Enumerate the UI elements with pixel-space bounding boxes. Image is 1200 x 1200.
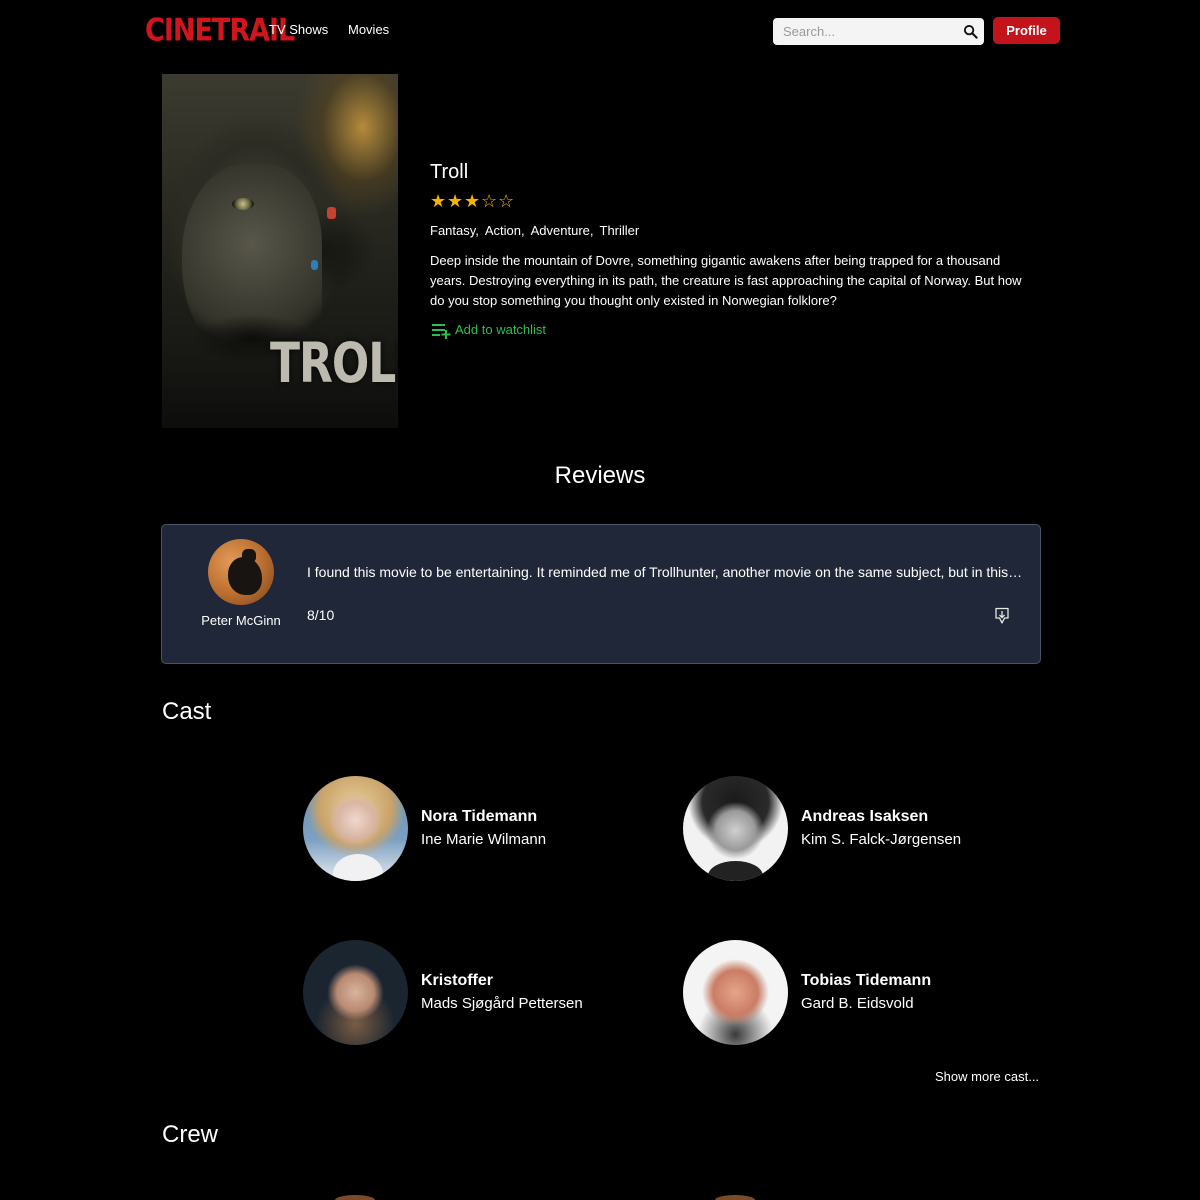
cast-card[interactable]: Kristoffer Mads Sjøgård Pettersen <box>303 940 633 1046</box>
search-input[interactable] <box>773 18 953 45</box>
review-text: I found this movie to be entertaining. I… <box>307 564 1025 580</box>
genre-tag: Action, <box>484 223 525 238</box>
nav-link-movies[interactable]: Movies <box>348 22 389 37</box>
cast-character-name: Nora Tidemann <box>421 808 538 825</box>
cast-character-name: Kristoffer <box>421 972 494 989</box>
cast-actor-name: Ine Marie Wilmann <box>421 831 547 848</box>
expand-review-icon[interactable] <box>994 607 1010 625</box>
cast-photo <box>683 940 788 1045</box>
profile-button[interactable]: Profile <box>993 17 1060 44</box>
top-nav: CINETRAIL TV Shows Movies Profile <box>0 0 1200 62</box>
review-card: Peter McGinn I found this movie to be en… <box>161 524 1041 664</box>
genre-list: Fantasy, Action, Adventure, Thriller <box>430 223 645 238</box>
cast-photo <box>683 776 788 881</box>
cast-card[interactable]: Nora Tidemann Ine Marie Wilmann <box>303 776 633 882</box>
cast-photo <box>303 940 408 1045</box>
cast-character-name: Tobias Tidemann <box>801 972 932 989</box>
crew-photo <box>715 1195 755 1200</box>
avatar <box>208 539 274 605</box>
show-more-cast-link[interactable]: Show more cast... <box>935 1069 1039 1084</box>
watchlist-label: Add to watchlist <box>455 322 547 337</box>
crew-heading: Crew <box>162 1121 219 1148</box>
cast-card[interactable]: Andreas Isaksen Kim S. Falck-Jørgensen <box>683 776 1013 882</box>
movie-overview: Deep inside the mountain of Dovre, somet… <box>430 253 1022 308</box>
reviewer-name: Peter McGinn <box>201 613 281 628</box>
genre-tag: Adventure, <box>530 223 594 238</box>
star-filled-icon: ★ <box>447 191 464 212</box>
genre-tag: Thriller <box>599 223 640 238</box>
star-empty-icon: ☆ <box>498 191 515 212</box>
review-score: 8/10 <box>307 607 335 623</box>
star-filled-icon: ★ <box>430 191 447 212</box>
playlist-add-icon <box>432 324 451 339</box>
movie-poster: TROLL <box>162 74 398 428</box>
cast-heading: Cast <box>162 698 212 725</box>
cast-actor-name: Mads Sjøgård Pettersen <box>421 995 583 1012</box>
star-filled-icon: ★ <box>464 191 481 212</box>
cast-photo <box>303 776 408 881</box>
movie-title: Troll <box>430 161 469 183</box>
genre-tag: Fantasy, <box>430 223 479 238</box>
cast-character-name: Andreas Isaksen <box>801 808 929 825</box>
star-empty-icon: ☆ <box>481 191 498 212</box>
crew-photo <box>335 1195 375 1200</box>
cast-actor-name: Kim S. Falck-Jørgensen <box>801 831 962 848</box>
cast-card[interactable]: Tobias Tidemann Gard B. Eidsvold <box>683 940 1013 1046</box>
nav-link-tv-shows[interactable]: TV Shows <box>269 22 328 37</box>
reviews-heading: Reviews <box>554 462 646 489</box>
search-box <box>773 18 984 45</box>
search-icon[interactable] <box>963 24 978 39</box>
cast-actor-name: Gard B. Eidsvold <box>801 995 914 1012</box>
poster-title: TROLL <box>270 332 398 396</box>
